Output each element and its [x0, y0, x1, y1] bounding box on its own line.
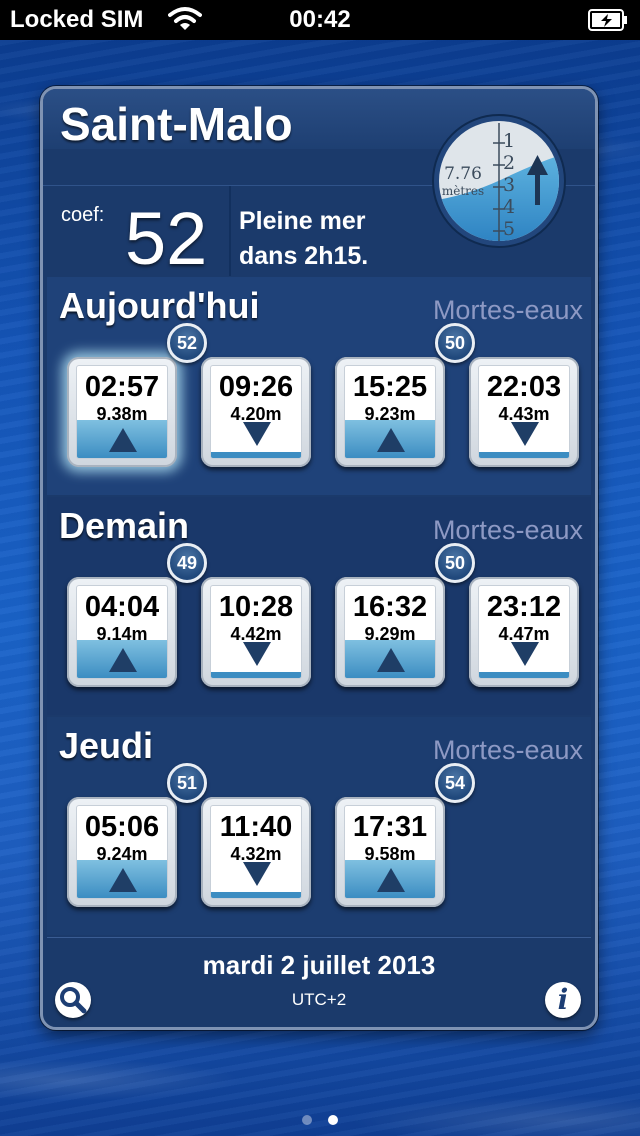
summary-divider — [229, 186, 231, 276]
day-title: Demain — [59, 505, 190, 546]
coef-badge: 50 — [435, 543, 475, 583]
search-icon — [60, 987, 87, 1014]
tide-tile-face: 23:12 4.47m — [478, 585, 570, 679]
gauge-scale-2: 2 — [503, 152, 515, 174]
falling-arrow-icon — [243, 862, 271, 886]
tide-height: 9.38m — [96, 404, 148, 424]
high-tide-tile[interactable]: 15:25 9.23m — [335, 357, 445, 467]
tide-time: 11:40 — [219, 811, 293, 843]
rising-arrow-icon — [109, 648, 137, 672]
tide-time: 05:06 — [84, 811, 160, 843]
coef-badge: 51 — [167, 763, 207, 803]
tide-tile-face: 10:28 4.42m — [210, 585, 302, 679]
tide-time: 16:32 — [352, 591, 428, 623]
tide-panel: Saint-Malo coef: 52 Pleine mer dans 2h15… — [40, 86, 598, 1030]
day-title: Aujourd'hui — [59, 285, 260, 326]
tide-tile-face: 02:57 9.38m — [76, 365, 168, 459]
search-button[interactable] — [55, 982, 91, 1018]
tide-phase-label: Mortes-eaux — [432, 515, 583, 545]
rising-arrow-icon — [109, 428, 137, 452]
low-tide-tile[interactable]: 10:28 4.42m — [201, 577, 311, 687]
falling-arrow-icon — [511, 422, 539, 446]
panel-footer: mardi 2 juillet 2013 UTC+2 i — [47, 937, 591, 1027]
low-tide-tile[interactable]: 09:26 4.20m — [201, 357, 311, 467]
high-tide-tile[interactable]: 02:57 9.38m — [67, 357, 177, 467]
status-bar: Locked SIM 00:42 — [0, 0, 640, 40]
tide-tile-face: 11:40 4.32m — [210, 805, 302, 899]
gauge-scale-3: 3 — [503, 174, 515, 196]
tide-water-fill — [479, 452, 569, 458]
next-tide-message: Pleine mer dans 2h15. — [239, 204, 368, 274]
tide-water-fill — [479, 672, 569, 678]
gauge-scale-5: 5 — [503, 218, 515, 240]
info-icon: i — [557, 983, 569, 1016]
tide-height: 9.23m — [364, 404, 416, 424]
low-tide-tile[interactable]: 11:40 4.32m — [201, 797, 311, 907]
tide-height: 9.14m — [96, 624, 148, 644]
tide-water-fill — [211, 452, 301, 458]
rising-arrow-icon — [377, 648, 405, 672]
coef-value: 52 — [125, 197, 208, 280]
tide-water-fill — [211, 672, 301, 678]
tide-height-gauge: 1 2 3 4 5 7.76 mètres — [432, 114, 566, 248]
day-section: Jeudi Mortes-eaux 05:06 9.24m 11:40 4.32m 17:3… — [47, 717, 591, 935]
page-dot-2[interactable] — [328, 1115, 339, 1125]
tide-tile-face: 17:31 9.58m — [344, 805, 436, 899]
day-section: Aujourd'hui Mortes-eaux 02:57 9.38m 09:26 4.2… — [47, 277, 591, 495]
high-tide-tile[interactable]: 04:04 9.14m — [67, 577, 177, 687]
gauge-height-unit: mètres — [442, 184, 484, 198]
tide-tile-face: 22:03 4.43m — [478, 365, 570, 459]
tide-tile-face: 16:32 9.29m — [344, 585, 436, 679]
timezone-label: UTC+2 — [291, 990, 347, 1009]
coef-badge: 50 — [435, 323, 475, 363]
low-tide-tile[interactable]: 22:03 4.43m — [469, 357, 579, 467]
tide-time: 22:03 — [486, 371, 562, 403]
gauge-scale-4: 4 — [503, 196, 515, 218]
tide-time: 02:57 — [84, 371, 160, 403]
tide-phase-label: Mortes-eaux — [432, 735, 583, 765]
high-tide-tile[interactable]: 05:06 9.24m — [67, 797, 177, 907]
day-title: Jeudi — [59, 725, 154, 766]
falling-arrow-icon — [243, 422, 271, 446]
tide-time: 04:04 — [84, 591, 160, 623]
rising-arrow-icon — [377, 428, 405, 452]
tide-time: 10:28 — [218, 591, 294, 623]
tide-height: 9.58m — [364, 844, 416, 864]
rising-arrow-icon — [377, 868, 405, 892]
next-tide-line1: Pleine mer — [239, 207, 366, 235]
tide-tile-face: 04:04 9.14m — [76, 585, 168, 679]
high-tide-tile[interactable]: 16:32 9.29m — [335, 577, 445, 687]
falling-arrow-icon — [243, 642, 271, 666]
tide-tile-face: 05:06 9.24m — [76, 805, 168, 899]
high-tide-tile[interactable]: 17:31 9.58m — [335, 797, 445, 907]
gauge-scale-1: 1 — [503, 130, 515, 152]
rising-arrow-icon — [109, 868, 137, 892]
status-time: 00:42 — [289, 6, 351, 33]
page-dot-1[interactable] — [301, 1115, 312, 1125]
low-tide-tile[interactable]: 23:12 4.47m — [469, 577, 579, 687]
tide-height: 9.29m — [364, 624, 416, 644]
tide-tile-face: 09:26 4.20m — [210, 365, 302, 459]
city-name: Saint-Malo — [60, 98, 293, 150]
falling-arrow-icon — [511, 642, 539, 666]
day-section: Demain Mortes-eaux 04:04 9.14m 10:28 4.42m 16:… — [47, 497, 591, 715]
coef-badge: 52 — [167, 323, 207, 363]
coef-badge: 49 — [167, 543, 207, 583]
tide-water-fill — [211, 892, 301, 898]
coef-badge: 54 — [435, 763, 475, 803]
next-tide-line2: dans 2h15. — [239, 242, 369, 270]
tide-time: 09:26 — [218, 371, 294, 403]
tide-time: 17:31 — [352, 811, 428, 843]
current-date: mardi 2 juillet 2013 — [202, 950, 436, 980]
page-control[interactable] — [0, 1112, 640, 1125]
tide-time: 15:25 — [352, 371, 428, 403]
tide-phase-label: Mortes-eaux — [432, 295, 583, 325]
info-button[interactable]: i — [545, 982, 581, 1018]
gauge-height-value: 7.76 — [444, 164, 482, 184]
tide-time: 23:12 — [486, 591, 562, 623]
battery-charging-icon — [588, 9, 627, 31]
tide-tile-face: 15:25 9.23m — [344, 365, 436, 459]
coef-label: coef: — [61, 204, 105, 226]
tide-height: 9.24m — [96, 844, 148, 864]
